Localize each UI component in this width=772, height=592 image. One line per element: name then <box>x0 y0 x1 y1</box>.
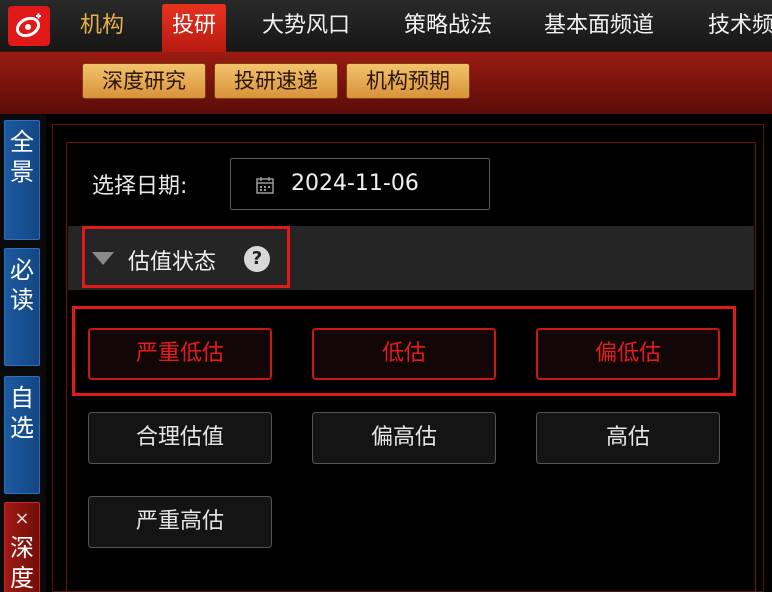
date-label: 选择日期: <box>92 174 188 199</box>
close-icon[interactable]: × <box>5 505 39 533</box>
rail-label-watchlist: 自 选 <box>10 384 34 442</box>
option-overvalued[interactable]: 高估 <box>536 412 720 464</box>
rail-label-must-read: 必 读 <box>10 256 34 314</box>
calendar-icon <box>256 177 274 194</box>
option-fair-value[interactable]: 合理估值 <box>88 412 272 464</box>
option-slightly-undervalued[interactable]: 偏低估 <box>536 328 720 380</box>
tab-technical[interactable]: 技术频 <box>708 4 772 48</box>
subnav-institution-forecast[interactable]: 机构预期 <box>346 63 470 99</box>
date-value: 2024-11-06 <box>291 171 419 196</box>
tab-market-trend[interactable]: 大势风口 <box>262 4 350 48</box>
highlight-box-section <box>82 226 290 288</box>
option-undervalued[interactable]: 低估 <box>312 328 496 380</box>
option-severely-overvalued[interactable]: 严重高估 <box>88 496 272 548</box>
top-nav: 机构 投研 大势风口 策略战法 基本面频道 技术频 <box>0 0 772 52</box>
option-severely-undervalued[interactable]: 严重低估 <box>88 328 272 380</box>
tab-strategy[interactable]: 策略战法 <box>404 4 492 48</box>
left-rail: 全 景 必 读 自 选 × 深 度 <box>0 114 46 592</box>
logo-icon <box>15 13 41 38</box>
rail-label-overview: 全 景 <box>10 128 34 186</box>
date-picker[interactable]: 2024-11-06 <box>230 158 490 210</box>
subnav-research-express[interactable]: 投研速递 <box>214 63 338 99</box>
sub-nav: 深度研究 投研速递 机构预期 <box>0 52 772 114</box>
rail-item-must-read[interactable]: 必 读 <box>4 248 40 366</box>
subnav-deep-research[interactable]: 深度研究 <box>82 63 206 99</box>
tab-institution[interactable]: 机构 <box>80 4 124 48</box>
option-slightly-overvalued[interactable]: 偏高估 <box>312 412 496 464</box>
rail-item-watchlist[interactable]: 自 选 <box>4 376 40 494</box>
tab-research[interactable]: 投研 <box>162 4 227 52</box>
tab-fundamentals[interactable]: 基本面频道 <box>544 4 654 48</box>
app-logo[interactable] <box>8 6 50 46</box>
rail-item-deep[interactable]: × 深 度 <box>4 502 40 592</box>
rail-label-deep: 深 度 <box>10 534 34 592</box>
rail-item-overview[interactable]: 全 景 <box>4 120 40 240</box>
